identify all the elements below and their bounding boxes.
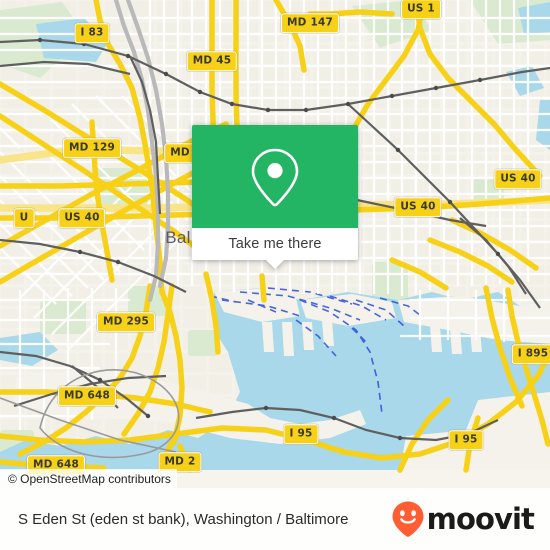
road-shield: US 40 bbox=[394, 197, 442, 217]
road-shield: MD 45 bbox=[186, 51, 238, 71]
map-pin-icon bbox=[251, 148, 299, 206]
road-shield: MD 648 bbox=[58, 386, 116, 406]
road-shield: U bbox=[13, 208, 35, 228]
road-shield: I 95 bbox=[448, 430, 484, 450]
road-shield: US 1 bbox=[401, 0, 441, 19]
road-shield: MD 295 bbox=[97, 312, 155, 332]
road-shield: MD 129 bbox=[63, 138, 121, 158]
moovit-wordmark: moovit bbox=[426, 501, 535, 536]
road-shield: US 40 bbox=[58, 208, 106, 228]
map-screenshot-root: I 83 MD 147 US 1 MD 45 MD 129 MD US 40 U… bbox=[0, 0, 550, 550]
osm-attribution-text: © OpenStreetMap contributors bbox=[8, 471, 171, 486]
popup-tail-pointer bbox=[266, 260, 284, 269]
location-title: S Eden St (eden st bank), Washington / B… bbox=[18, 510, 349, 528]
location-popup[interactable]: Take me there bbox=[192, 125, 358, 269]
road-shield: I 83 bbox=[74, 23, 110, 43]
road-shield: US 40 bbox=[494, 169, 542, 189]
moovit-brand[interactable]: moovit bbox=[391, 500, 535, 538]
popup-header bbox=[192, 125, 358, 228]
bottom-bar: S Eden St (eden st bank), Washington / B… bbox=[0, 488, 550, 550]
map-canvas[interactable]: I 83 MD 147 US 1 MD 45 MD 129 MD US 40 U… bbox=[0, 0, 550, 550]
take-me-there-label: Take me there bbox=[228, 236, 322, 252]
place-label-baltimore: Bal bbox=[165, 228, 191, 247]
moovit-smiley-pin-icon bbox=[392, 501, 424, 537]
road-shield: MD 147 bbox=[281, 13, 339, 33]
road-shield: I 95 bbox=[283, 424, 319, 444]
road-shield: I 895 bbox=[511, 344, 550, 364]
osm-attribution[interactable]: © OpenStreetMap contributors bbox=[0, 469, 177, 488]
popup-footer[interactable]: Take me there bbox=[192, 228, 358, 269]
